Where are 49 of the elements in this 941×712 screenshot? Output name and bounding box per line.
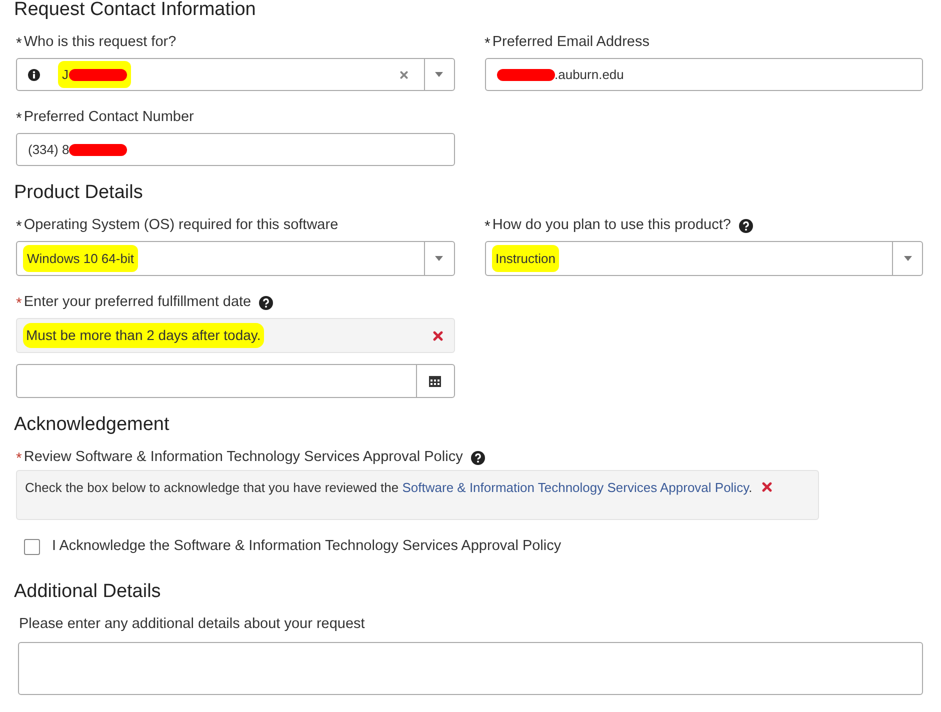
field-value: J: [62, 66, 68, 84]
field-label: Please enter any additional details about your request: [19, 615, 365, 634]
field-value: Instruction: [496, 250, 556, 268]
clear-icon[interactable]: [400, 70, 408, 78]
calendar-icon: [429, 375, 441, 387]
policy-link[interactable]: Software & Information Technology Services Approval Policy: [402, 480, 749, 495]
help-icon[interactable]: [738, 219, 753, 233]
redaction-mark: [69, 144, 128, 156]
field-value: .auburn.edu: [554, 66, 624, 84]
section-heading: Product Details: [14, 183, 144, 203]
checkbox-label: I Acknowledge the Software & Information Technology Services Approval Policy: [52, 537, 562, 556]
caret-icon: [904, 256, 912, 261]
help-icon[interactable]: [259, 296, 274, 310]
required-mark: *: [484, 34, 490, 54]
field-label: How do you plan to use this product?: [492, 216, 731, 236]
section-heading: Request Contact Information: [14, 0, 257, 20]
required-mark: *: [16, 449, 22, 469]
error-message: Must be more than 2 days after today.: [23, 323, 264, 348]
select-field[interactable]: J: [16, 58, 454, 91]
field-value: Windows 10 64-bit: [27, 250, 134, 268]
date-field[interactable]: [16, 364, 454, 398]
field-label: Operating System (OS) required for this software: [24, 216, 338, 236]
input-field[interactable]: (334) 8: [16, 133, 454, 166]
required-mark: *: [16, 294, 22, 314]
required-mark: *: [16, 109, 22, 129]
redaction-mark: [68, 68, 126, 80]
field-value: (334) 8: [28, 140, 70, 159]
redaction-mark: [496, 68, 554, 80]
notice-text: Check the box below to acknowledge that you have reviewed the Software & Information Technology Services Approval Policy.: [25, 479, 752, 497]
caret-icon: [435, 72, 443, 77]
section-heading: Additional Details: [14, 582, 162, 602]
help-icon[interactable]: [470, 451, 485, 465]
required-mark: *: [16, 34, 22, 54]
close-icon[interactable]: [762, 482, 772, 492]
select-field[interactable]: Instruction: [484, 241, 923, 276]
field-label: Preferred Email Address: [492, 33, 650, 52]
section-heading: Acknowledgement: [14, 415, 170, 435]
close-icon[interactable]: [432, 330, 442, 340]
required-mark: *: [484, 217, 490, 237]
field-label: Who is this request for?: [24, 33, 176, 52]
field-label: Preferred Contact Number: [24, 108, 194, 128]
field-label: Review Software & Information Technology Services Approval Policy: [24, 448, 463, 468]
field-label: Enter your preferred fulfillment date: [24, 293, 252, 312]
checkbox[interactable]: [24, 539, 40, 555]
required-mark: *: [16, 217, 22, 237]
info-icon: [28, 68, 40, 80]
select-field[interactable]: Windows 10 64-bit: [16, 241, 454, 276]
caret-icon: [435, 256, 443, 261]
input-field[interactable]: .auburn.edu: [484, 58, 923, 91]
